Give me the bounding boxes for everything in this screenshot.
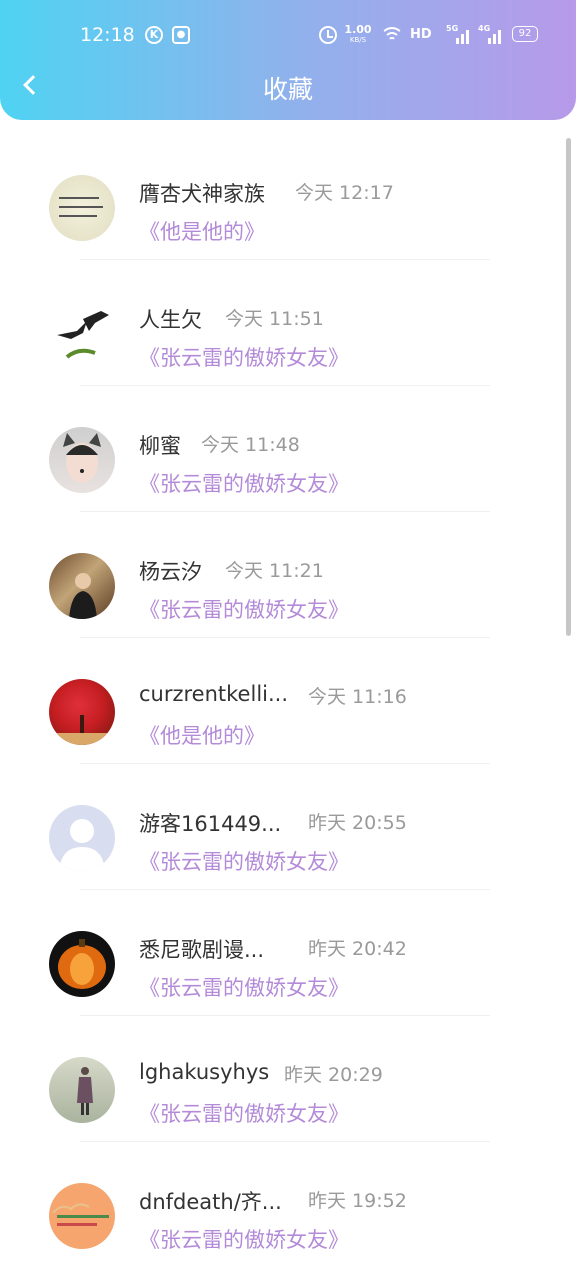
book-title[interactable]: 《张云雷的傲娇女友》 (139, 342, 349, 372)
user-name: curzrentkelli... (139, 682, 289, 706)
favorite-time: 昨天 19:52 (308, 1190, 407, 1212)
list-item[interactable]: 柳蜜 今天 11:48 《张云雷的傲娇女友》 (0, 386, 576, 512)
speed-unit: KB/S (349, 36, 367, 44)
list-item[interactable]: lghakusyhys 昨天 20:29 《张云雷的傲娇女友》 (0, 1016, 576, 1142)
favorite-time: 今天 11:51 (225, 308, 324, 330)
avatar[interactable] (49, 1183, 115, 1249)
signal-5g-icon: 5G (446, 24, 472, 44)
user-name: dnfdeath/齐... (139, 1190, 282, 1214)
book-title[interactable]: 《他是他的》 (139, 216, 265, 246)
battery-icon: 92 (512, 26, 538, 42)
avatar[interactable] (49, 553, 115, 619)
user-name: 杨云汐 (139, 560, 202, 584)
status-time: 12:18 (80, 24, 135, 46)
favorites-list: 膺杏犬神家族 今天 12:17 《他是他的》 人生欠 今天 11:51 《张云雷… (0, 134, 576, 1268)
alarm-icon (319, 26, 337, 44)
user-name: 膺杏犬神家族 (139, 182, 265, 206)
book-title[interactable]: 《张云雷的傲娇女友》 (139, 468, 349, 498)
book-title[interactable]: 《张云雷的傲娇女友》 (139, 972, 349, 1002)
favorite-time: 今天 12:17 (295, 182, 394, 204)
list-item[interactable]: 人生欠 今天 11:51 《张云雷的傲娇女友》 (0, 260, 576, 386)
page-title: 收藏 (262, 75, 313, 104)
signal-4g-label: 4G (478, 24, 491, 33)
list-item[interactable]: curzrentkelli... 今天 11:16 《他是他的》 (0, 638, 576, 764)
favorite-time: 昨天 20:42 (308, 938, 407, 960)
book-title[interactable]: 《张云雷的傲娇女友》 (139, 1224, 349, 1254)
favorite-time: 今天 11:21 (225, 560, 324, 582)
signal-4g-icon: 4G (478, 24, 504, 44)
avatar[interactable] (49, 679, 115, 745)
avatar[interactable] (49, 175, 115, 241)
favorite-time: 今天 11:16 (308, 686, 407, 708)
avatar[interactable] (49, 427, 115, 493)
k-icon: K (145, 26, 163, 44)
book-title[interactable]: 《张云雷的傲娇女友》 (139, 594, 349, 624)
speed-value: 1.00 (344, 23, 372, 36)
status-bar: 12:18 K ● 1.00 KB/S HD 5G 4G 92 (0, 22, 576, 50)
avatar[interactable] (49, 301, 115, 367)
header-bar: 12:18 K ● 1.00 KB/S HD 5G 4G 92 收藏 (0, 0, 576, 120)
user-name: 游客161449... (139, 812, 282, 836)
user-name: 人生欠 (139, 308, 202, 332)
user-name: 柳蜜 (139, 434, 181, 458)
list-item[interactable]: 悉尼歌剧谩... 昨天 20:42 《张云雷的傲娇女友》 (0, 890, 576, 1016)
book-title[interactable]: 《张云雷的傲娇女友》 (139, 846, 349, 876)
avatar[interactable] (49, 805, 115, 871)
avatar[interactable] (49, 1057, 115, 1123)
wifi-icon (380, 25, 404, 45)
network-speed: 1.00 KB/S (343, 24, 373, 46)
signal-5g-label: 5G (446, 24, 459, 33)
list-item[interactable]: dnfdeath/齐... 昨天 19:52 《张云雷的傲娇女友》 (0, 1142, 576, 1268)
book-title[interactable]: 《张云雷的傲娇女友》 (139, 1098, 349, 1128)
list-item[interactable]: 膺杏犬神家族 今天 12:17 《他是他的》 (0, 134, 576, 260)
paw-icon: ● (172, 26, 190, 44)
user-name: lghakusyhys (139, 1060, 270, 1084)
book-title[interactable]: 《他是他的》 (139, 720, 265, 750)
list-item[interactable]: 游客161449... 昨天 20:55 《张云雷的傲娇女友》 (0, 764, 576, 890)
avatar[interactable] (49, 931, 115, 997)
hd-icon: HD (410, 27, 432, 42)
favorite-time: 今天 11:48 (201, 434, 300, 456)
favorite-time: 昨天 20:55 (308, 812, 407, 834)
user-name: 悉尼歌剧谩... (139, 938, 265, 962)
list-item[interactable]: 杨云汐 今天 11:21 《张云雷的傲娇女友》 (0, 512, 576, 638)
favorite-time: 昨天 20:29 (284, 1064, 383, 1086)
